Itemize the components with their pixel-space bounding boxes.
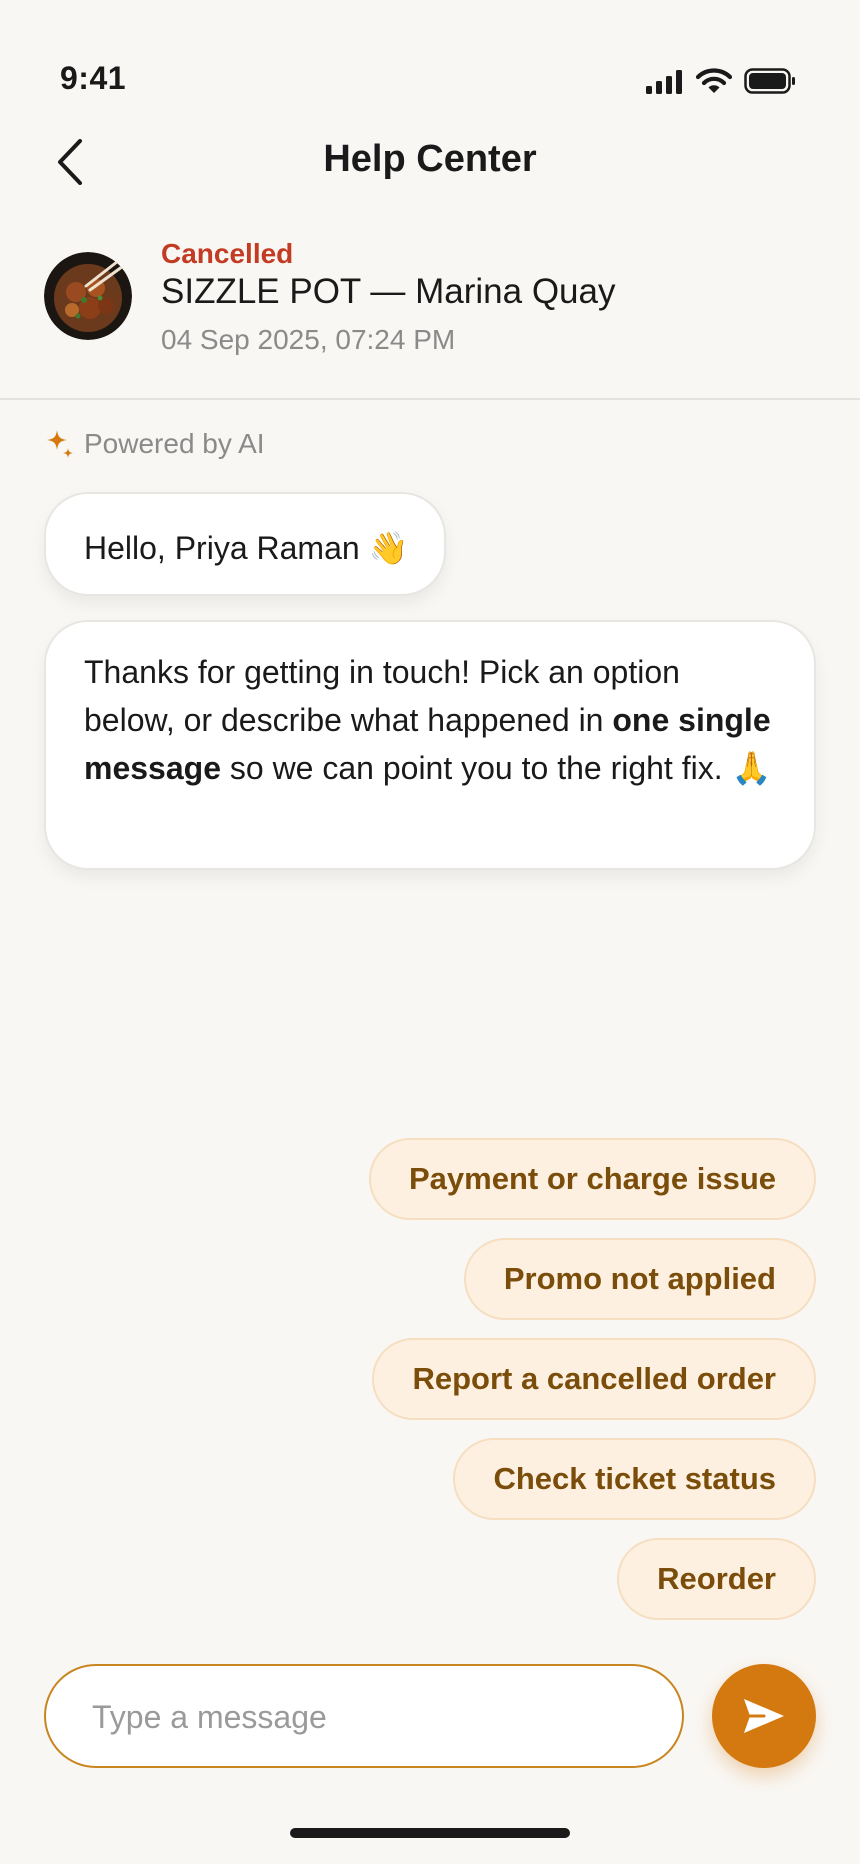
message-input[interactable] <box>90 1666 654 1768</box>
restaurant-avatar <box>44 252 132 340</box>
status-icons <box>646 68 796 94</box>
battery-icon <box>744 68 795 94</box>
order-summary[interactable]: Cancelled SIZZLE POT — Marina Quay 04 Se… <box>0 230 860 400</box>
quick-reply-reorder[interactable]: Reorder <box>617 1538 816 1620</box>
signal-icon <box>646 70 682 94</box>
quick-reply-promo-not-applied[interactable]: Promo not applied <box>463 1238 816 1320</box>
message-composer <box>44 1664 684 1768</box>
quick-reply-payment-issue[interactable]: Payment or charge issue <box>369 1138 816 1220</box>
home-indicator <box>290 1828 570 1838</box>
order-datetime: 04 Sep 2025, 07:24 PM <box>161 324 456 355</box>
page-title: Help Center <box>323 138 537 180</box>
message-text-end: so we can point you to the right fix. 🙏 <box>220 750 772 786</box>
message-text: Thanks for getting in touch! Pick an opt… <box>84 654 680 738</box>
header: Help Center <box>0 120 860 200</box>
powered-by-ai: Powered by AI <box>46 428 265 460</box>
ai-label-text: Powered by AI <box>84 428 265 459</box>
wifi-icon <box>696 68 732 93</box>
send-button[interactable] <box>712 1664 816 1768</box>
quick-reply-report-cancelled-order[interactable]: Report a cancelled order <box>372 1338 816 1420</box>
quick-replies: Payment or charge issue Promo not applie… <box>369 1138 816 1620</box>
greeting-message: Hello, Priya Raman 👋 <box>44 492 446 596</box>
sparkle-icon <box>47 430 73 458</box>
quick-reply-check-ticket-status[interactable]: Check ticket status <box>453 1438 816 1520</box>
restaurant-name: SIZZLE POT — Marina Quay <box>161 272 616 311</box>
assistant-message: Thanks for getting in touch! Pick an opt… <box>44 620 816 870</box>
status-time: 9:41 <box>60 60 127 96</box>
send-icon <box>744 1699 784 1733</box>
order-status-badge: Cancelled <box>161 238 294 269</box>
status-bar: 9:41 <box>0 0 860 120</box>
